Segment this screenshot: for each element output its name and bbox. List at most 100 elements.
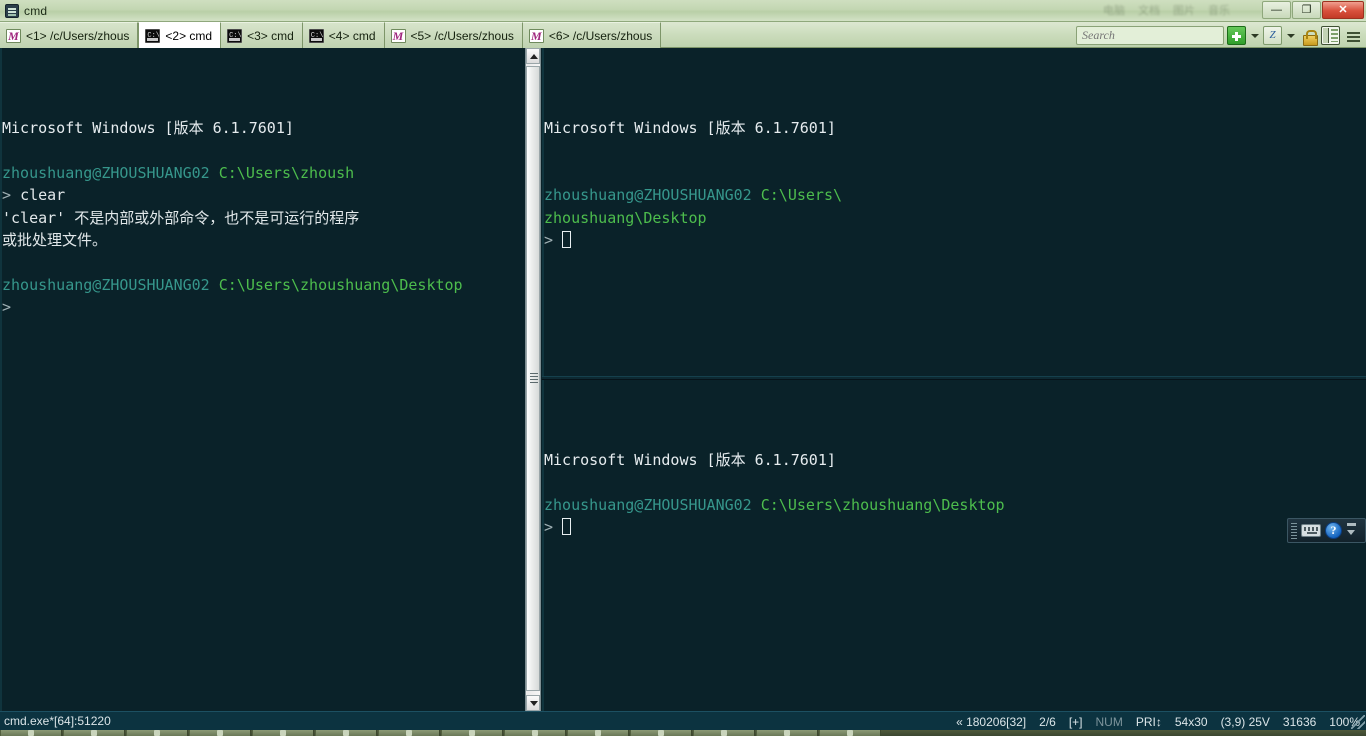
minimize-button[interactable]: — (1262, 1, 1291, 19)
chevron-down-icon[interactable] (1285, 26, 1296, 45)
terminal-text-path: C:\Users\zhoushuang\Desktop (218, 275, 463, 294)
taskbar-item-icon (469, 730, 475, 736)
terminal-text-prompt: > (2, 298, 12, 317)
minimize-icon: — (1271, 4, 1282, 16)
terminal-text-head: Microsoft Windows [版本 6.1.7601] (544, 119, 836, 138)
terminal-text-user: zhoushuang@ZHOUSHUANG02 (544, 496, 752, 514)
terminal-text-out: clear (20, 186, 66, 205)
status-numlock: NUM (1095, 714, 1123, 729)
window-title-bar[interactable]: cmd 电脑 文档 图片 音乐 — ❐ ✕ (0, 0, 1366, 22)
window-controls: — ❐ ✕ (1262, 1, 1364, 19)
tab-5[interactable]: M <5> /c/Users/zhous (384, 22, 523, 48)
quake-mode-button[interactable]: Z (1263, 25, 1282, 45)
terminal-line: Microsoft Windows [版本 6.1.7601] (544, 117, 1366, 139)
search-box[interactable] (1076, 25, 1240, 45)
tab-label: <4> cmd (328, 28, 376, 43)
vertical-scrollbar[interactable] (525, 48, 541, 711)
taskbar-item[interactable] (630, 730, 692, 736)
ghost-text-0: 电脑 (1103, 5, 1125, 17)
cmd-icon (145, 28, 161, 43)
scroll-down-arrow-icon[interactable] (526, 695, 540, 711)
keyboard-icon[interactable] (1301, 524, 1321, 537)
terminal-text-out: 或批处理文件。 (2, 231, 108, 250)
taskbar-item-icon (721, 730, 727, 736)
status-pane-count: 2/6 (1039, 714, 1056, 729)
padlock-icon[interactable] (1299, 26, 1318, 46)
tab-1[interactable]: M <1> /c/Users/zhous (0, 22, 139, 48)
taskbar-item[interactable] (504, 730, 566, 736)
terminal-pane-top-right[interactable]: Microsoft Windows [版本 6.1.7601] zhoushua… (542, 48, 1366, 378)
terminal-text-out (210, 164, 219, 182)
taskbar-item-icon (595, 730, 601, 736)
search-input[interactable] (1077, 26, 1227, 44)
taskbar-item[interactable] (756, 730, 818, 736)
terminal-line: zhoushuang@ZHOUSHUANG02 C:\Users\zhoushu… (2, 274, 524, 296)
taskbar-item-icon (280, 730, 286, 736)
taskbar-item[interactable] (378, 730, 440, 736)
taskbar-item[interactable] (63, 730, 125, 736)
drag-handle-icon[interactable] (1291, 522, 1297, 539)
terminal-text-out (752, 186, 761, 204)
taskbar-item[interactable] (693, 730, 755, 736)
tab-4[interactable]: <4> cmd (302, 22, 385, 48)
new-session-button[interactable] (1227, 25, 1246, 45)
taskbar-item[interactable] (315, 730, 377, 736)
chevron-down-icon[interactable] (1249, 26, 1260, 45)
taskbar-item-icon (217, 730, 223, 736)
tab-label: <1> /c/Users/zhous (26, 28, 130, 43)
status-insert-mode: [+] (1068, 714, 1083, 729)
status-size: 54x30 (1174, 714, 1208, 729)
close-button[interactable]: ✕ (1322, 1, 1364, 19)
mintty-icon: M (6, 28, 21, 43)
restore-icon: ❐ (1301, 4, 1312, 16)
terminal-line: zhoushuang\Desktop (544, 207, 1366, 229)
tab-label: <2> cmd (165, 28, 213, 43)
tab-3[interactable]: <3> cmd (221, 22, 303, 48)
split-panel-icon[interactable] (1321, 25, 1340, 45)
terminal-text-prompt: > (2, 186, 21, 205)
taskbar-item-icon (784, 730, 790, 736)
status-process-label: cmd.exe*[64]:51220 (4, 714, 111, 728)
taskbar-item-icon (847, 730, 853, 736)
tab-strip: M <1> /c/Users/zhous <2> cmd <3> cmd <4>… (0, 22, 662, 48)
help-question-icon[interactable]: ? (1325, 522, 1342, 539)
scrollbar-grip-icon (530, 372, 538, 385)
tab-2[interactable]: <2> cmd (138, 22, 222, 48)
taskbar-item[interactable] (441, 730, 503, 736)
cmd-icon (308, 28, 324, 43)
ime-arrows-icon[interactable] (1346, 521, 1357, 540)
taskbar-item[interactable] (252, 730, 314, 736)
terminal-pane-bottom-right[interactable]: Microsoft Windows [版本 6.1.7601] zhoushua… (542, 380, 1366, 711)
ime-floating-toolbar[interactable]: ? (1287, 518, 1366, 543)
taskbar-item[interactable] (0, 730, 62, 736)
cmd-icon (227, 28, 243, 43)
taskbar-item[interactable] (126, 730, 188, 736)
desktop-ghost-text: 电脑 文档 图片 音乐 (1103, 2, 1230, 18)
taskbar-item-icon (658, 730, 664, 736)
restore-button[interactable]: ❐ (1292, 1, 1321, 19)
terminal-line: 'clear' 不是内部或外部命令，也不是可运行的程序 (2, 207, 524, 229)
taskbar-item-icon (406, 730, 412, 736)
terminal-text-out: 'clear' 不是内部或外部命令，也不是可运行的程序 (2, 208, 360, 227)
scroll-up-arrow-icon[interactable] (526, 48, 540, 64)
terminal-text-prompt: > (544, 518, 563, 537)
terminal-line: > (544, 516, 1366, 538)
scrollbar-thumb[interactable] (526, 66, 540, 691)
status-cursor-pos: (3,9) 25V (1220, 714, 1270, 729)
status-priority: PRI↕ (1135, 714, 1162, 729)
terminal-pane-left[interactable]: Microsoft Windows [版本 6.1.7601] zhoushua… (0, 48, 524, 711)
tab-6[interactable]: M <6> /c/Users/zhous (522, 22, 662, 48)
windows-taskbar[interactable] (0, 730, 1366, 736)
taskbar-item[interactable] (189, 730, 251, 736)
taskbar-item-icon (91, 730, 97, 736)
mintty-icon: M (528, 28, 544, 43)
terminal-text-head: Microsoft Windows [版本 6.1.7601] (2, 119, 294, 138)
taskbar-item[interactable] (567, 730, 629, 736)
taskbar-item[interactable] (819, 730, 881, 736)
terminal-line: 或批处理文件。 (2, 229, 524, 251)
hamburger-menu-icon[interactable] (1343, 26, 1362, 45)
resize-grip-icon[interactable] (1351, 715, 1365, 729)
ghost-text-3: 音乐 (1208, 5, 1230, 17)
